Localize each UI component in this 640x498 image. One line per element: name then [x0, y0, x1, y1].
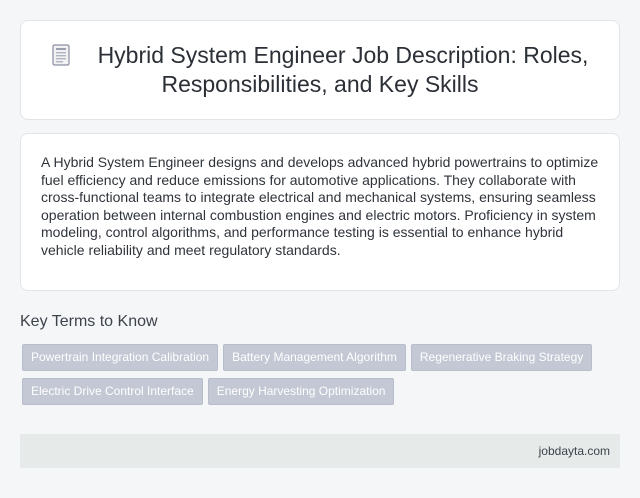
page-title: Hybrid System Engineer Job Description: … — [97, 42, 589, 97]
tag-item[interactable]: Electric Drive Control Interface — [22, 378, 203, 405]
tag-item[interactable]: Regenerative Braking Strategy — [410, 344, 593, 371]
tag-item[interactable]: Battery Management Algorithm — [223, 344, 406, 371]
tag-item[interactable]: Powertrain Integration Calibration — [22, 344, 219, 371]
tag-item[interactable]: Energy Harvesting Optimization — [207, 378, 395, 405]
description-text: A Hybrid System Engineer designs and dev… — [41, 154, 599, 258]
key-terms-tags: Powertrain Integration Calibration Batte… — [22, 344, 618, 405]
document-icon — [51, 44, 70, 66]
footer: jobdayta.com — [20, 434, 620, 468]
description-card: A Hybrid System Engineer designs and dev… — [20, 133, 620, 291]
page-title-wrapper: Hybrid System Engineer Job Description: … — [37, 41, 603, 99]
footer-source[interactable]: jobdayta.com — [539, 444, 610, 458]
key-terms-heading: Key Terms to Know — [20, 313, 158, 330]
title-card: Hybrid System Engineer Job Description: … — [20, 20, 620, 120]
